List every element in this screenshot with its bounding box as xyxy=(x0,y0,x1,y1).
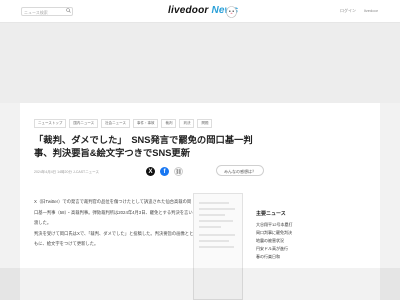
login-link[interactable]: ログイン xyxy=(340,8,356,14)
article-source[interactable]: J-CASTニュース xyxy=(73,170,99,174)
ranking-list: 大谷翔平12号本塁打 岡口判事に罷免判決 地震の被害状況 円安ドル高が進行 春の… xyxy=(256,221,300,261)
ranking-item[interactable]: 大谷翔平12号本塁打 xyxy=(256,221,300,229)
ranking-title: 主要ニュース xyxy=(256,211,286,217)
logo-text: livedoor xyxy=(168,5,209,16)
article-paragraph: 判決を受けて岡口氏はXで、「裁判、ダメでした」と投稿した。判決要旨の画像とともに… xyxy=(34,230,194,247)
site-header: ニュース検索 livedoor News ログイン livedoor xyxy=(0,0,400,23)
article-title: 「裁判、ダメでした」 SNS発言で罷免の岡口基一判事、判決要旨&絵文字つきでSN… xyxy=(34,135,253,158)
search-icon[interactable] xyxy=(66,8,71,13)
breadcrumb-item[interactable]: 問題 xyxy=(197,119,213,128)
ranking-item[interactable]: 円安ドル高が進行 xyxy=(256,245,300,253)
mascot-icon xyxy=(226,6,237,18)
breadcrumb-item[interactable]: 判決 xyxy=(179,119,195,128)
facebook-share-icon[interactable]: f xyxy=(160,167,169,176)
ranking-item[interactable]: 地震の被害状況 xyxy=(256,237,300,245)
ranking-item[interactable]: 春の行楽日和 xyxy=(256,253,300,261)
breadcrumb-item[interactable]: ニューストップ xyxy=(34,119,67,128)
link-copy-icon[interactable]: ⛓ xyxy=(174,167,183,176)
reaction-poll-button[interactable]: みんなの感想は？ xyxy=(216,165,264,176)
ad-area xyxy=(0,23,400,103)
breadcrumb-item[interactable]: 裁判 xyxy=(161,119,177,128)
article-paragraph: X（旧Twitter）での発言で裁判官の品位を傷つけたとして訴追された仙台高裁の… xyxy=(34,199,193,225)
x-share-icon[interactable]: X xyxy=(146,167,155,176)
share-buttons: X f ⛓ xyxy=(146,167,183,176)
livedoor-link[interactable]: livedoor xyxy=(364,8,378,13)
breadcrumb-item[interactable]: 社会ニュース xyxy=(101,119,130,128)
article-date: 2024年4月4日 14時20分 xyxy=(34,170,72,174)
breadcrumb-item[interactable]: 国内ニュース xyxy=(69,119,99,128)
article-body: X（旧Twitter）での発言で裁判官の品位を傷つけたとして訴追された仙台高裁の… xyxy=(34,197,194,250)
breadcrumb: ニューストップ 国内ニュース 社会ニュース 事件・事故 裁判 判決 問題 xyxy=(34,119,213,128)
ranking-item[interactable]: 岡口判事に罷免判決 xyxy=(256,229,300,237)
breadcrumb-item[interactable]: 事件・事故 xyxy=(132,119,159,128)
article-meta: 2024年4月4日 14時20分 J-CASTニュース xyxy=(34,170,99,175)
bottom-ad-bar xyxy=(0,268,400,300)
